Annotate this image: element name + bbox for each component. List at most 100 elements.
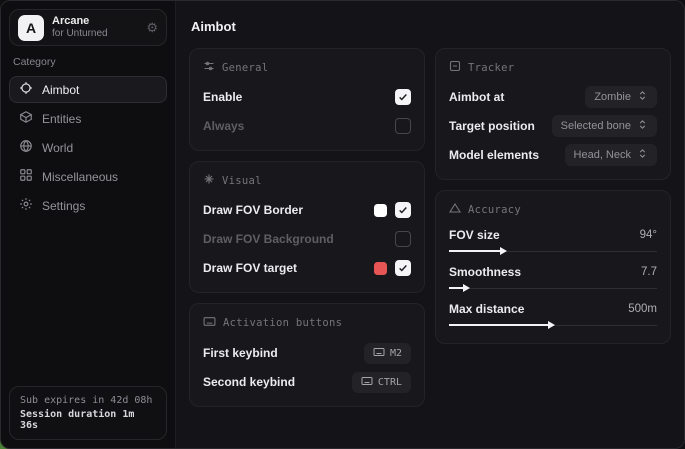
setting-row-aimbot-at: Aimbot at Zombie (449, 86, 657, 108)
dropdown-value: Zombie (594, 91, 631, 103)
sidebar-item-label: Settings (42, 199, 85, 213)
keyboard-icon (203, 315, 216, 331)
accuracy-card: Accuracy FOV size 94° (435, 190, 671, 344)
globe-icon (19, 139, 33, 156)
app-name: Arcane (52, 15, 138, 28)
setting-label: Draw FOV Border (203, 203, 303, 217)
sidebar-gear-icon[interactable]: ⚙ (146, 21, 158, 34)
tracker-card-header: Tracker (449, 60, 657, 75)
setting-row-always: Always (203, 115, 411, 137)
smoothness-slider-block: Smoothness 7.7 (449, 265, 657, 293)
keybind-value: M2 (390, 348, 402, 359)
activation-card-header: Activation buttons (203, 315, 411, 331)
setting-label: First keybind (203, 346, 278, 360)
slider-value: 7.7 (641, 266, 657, 278)
sidebar-item-settings[interactable]: Settings (9, 192, 167, 219)
slider-fill (449, 324, 551, 326)
sidebar-nav: Aimbot Entities World (9, 76, 167, 219)
sidebar-item-label: Aimbot (42, 83, 79, 97)
fov-background-checkbox[interactable] (395, 231, 411, 247)
sliders-icon (203, 60, 215, 75)
smoothness-slider[interactable] (449, 283, 657, 293)
keyboard-icon (361, 375, 373, 390)
color-swatch[interactable] (374, 262, 387, 275)
sidebar-item-aimbot[interactable]: Aimbot (9, 76, 167, 103)
sidebar-item-label: Miscellaneous (42, 170, 118, 184)
setting-row-target-position: Target position Selected bone (449, 115, 657, 137)
left-column: General Enable Always (189, 48, 425, 407)
setting-row-second-keybind: Second keybind CTRL (203, 371, 411, 393)
tracker-card: Tracker Aimbot at Zombie T (435, 48, 671, 180)
app-subtitle: for Unturned (52, 28, 138, 40)
chevrons-up-down-icon (637, 119, 648, 133)
sidebar-item-entities[interactable]: Entities (9, 105, 167, 132)
setting-row-model-elements: Model elements Head, Neck (449, 144, 657, 166)
keyboard-icon (373, 346, 385, 361)
fov-target-checkbox[interactable] (395, 260, 411, 276)
slider-value: 500m (628, 303, 657, 315)
target-position-dropdown[interactable]: Selected bone (552, 115, 657, 137)
setting-row-first-keybind: First keybind M2 (203, 342, 411, 364)
enable-checkbox[interactable] (395, 89, 411, 105)
slider-thumb[interactable] (548, 321, 555, 329)
setting-row-enable: Enable (203, 86, 411, 108)
setting-label: Enable (203, 90, 242, 104)
sidebar-item-label: Entities (42, 112, 81, 126)
setting-label: Second keybind (203, 375, 295, 389)
sidebar: A Arcane for Unturned ⚙ Category Aimbot (1, 1, 176, 448)
model-elements-dropdown[interactable]: Head, Neck (565, 144, 657, 166)
setting-row-fov-target: Draw FOV target (203, 257, 411, 279)
keybind-value: CTRL (378, 377, 402, 388)
chevrons-up-down-icon (637, 148, 648, 162)
gear-icon (19, 197, 33, 214)
entities-icon (19, 110, 33, 127)
dropdown-value: Selected bone (561, 120, 631, 132)
card-header-label: Tracker (468, 62, 514, 74)
category-label: Category (13, 56, 163, 68)
subscription-status-box: Sub expires in 42d 08h Session duration … (9, 386, 167, 440)
visual-card-header: Visual (203, 173, 411, 188)
fov-size-slider[interactable] (449, 246, 657, 256)
card-header-label: Activation buttons (223, 317, 342, 329)
max-distance-slider-block: Max distance 500m (449, 302, 657, 330)
setting-label: Always (203, 119, 244, 133)
general-card-header: General (203, 60, 411, 75)
setting-label: Draw FOV target (203, 261, 297, 275)
session-duration-text: Session duration 1m 36s (20, 409, 156, 431)
dropdown-value: Head, Neck (574, 149, 631, 161)
second-keybind-button[interactable]: CTRL (352, 372, 411, 393)
visual-card: Visual Draw FOV Border Draw FOV Backgrou… (189, 161, 425, 293)
always-checkbox[interactable] (395, 118, 411, 134)
aimbot-at-dropdown[interactable]: Zombie (585, 86, 657, 108)
scan-icon (449, 60, 461, 75)
grid-icon (19, 168, 33, 185)
setting-label: Draw FOV Background (203, 232, 334, 246)
card-header-label: Visual (222, 175, 262, 187)
slider-thumb[interactable] (500, 247, 507, 255)
page-title: Aimbot (191, 19, 669, 34)
chevrons-up-down-icon (637, 90, 648, 104)
fov-border-checkbox[interactable] (395, 202, 411, 218)
triangle-icon (449, 202, 461, 217)
setting-row-fov-background: Draw FOV Background (203, 228, 411, 250)
accuracy-card-header: Accuracy (449, 202, 657, 217)
app-header: A Arcane for Unturned ⚙ (9, 9, 167, 46)
sub-expiry-text: Sub expires in 42d 08h (20, 395, 156, 406)
app-logo: A (18, 15, 44, 41)
crosshair-icon (19, 81, 33, 98)
card-header-label: Accuracy (468, 204, 521, 216)
sidebar-item-label: World (42, 141, 73, 155)
sidebar-item-world[interactable]: World (9, 134, 167, 161)
slider-thumb[interactable] (463, 284, 470, 292)
app-titles: Arcane for Unturned (52, 15, 138, 39)
sidebar-item-miscellaneous[interactable]: Miscellaneous (9, 163, 167, 190)
general-card: General Enable Always (189, 48, 425, 151)
setting-label: Aimbot at (449, 90, 504, 104)
setting-label: Model elements (449, 148, 539, 162)
max-distance-slider[interactable] (449, 320, 657, 330)
color-swatch[interactable] (374, 204, 387, 217)
setting-label: Max distance (449, 302, 524, 316)
setting-label: Target position (449, 119, 535, 133)
slider-fill (449, 250, 503, 252)
first-keybind-button[interactable]: M2 (364, 343, 411, 364)
